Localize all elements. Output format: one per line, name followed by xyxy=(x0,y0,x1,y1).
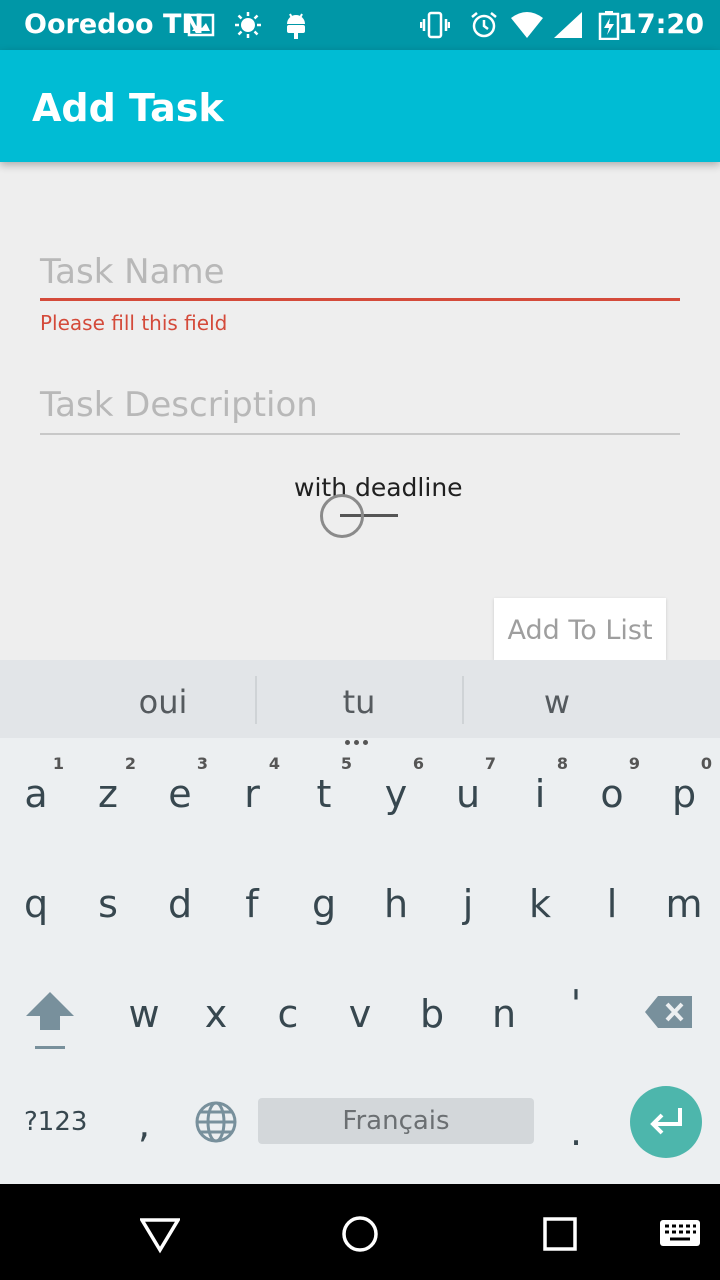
task-description-placeholder: Task Description xyxy=(40,385,318,425)
key-n[interactable]: n xyxy=(480,992,528,1036)
key-l[interactable]: l xyxy=(588,882,636,926)
key-p[interactable]: 0p xyxy=(660,754,712,816)
key-s[interactable]: s xyxy=(84,882,132,926)
key-v[interactable]: v xyxy=(336,992,384,1036)
task-name-underline xyxy=(40,298,680,301)
key-j[interactable]: j xyxy=(444,882,492,926)
status-bar: Ooredoo TN 17:20 xyxy=(0,0,720,50)
android-icon xyxy=(287,13,305,39)
globe-icon[interactable] xyxy=(194,1100,238,1144)
backspace-icon[interactable] xyxy=(644,994,694,1030)
suggestion-1[interactable]: oui xyxy=(60,682,266,722)
deadline-switch[interactable] xyxy=(320,494,400,538)
switch-thumb xyxy=(320,494,364,538)
alarm-icon xyxy=(471,12,497,38)
suggestion-3[interactable]: w xyxy=(462,682,652,722)
task-name-field[interactable]: Task Name xyxy=(40,252,680,304)
key-w[interactable]: w xyxy=(120,992,168,1036)
key-b[interactable]: b xyxy=(408,992,456,1036)
key-g[interactable]: g xyxy=(300,882,348,926)
key-comma[interactable]: , xyxy=(120,1102,168,1146)
spacebar-language-label: Français xyxy=(342,1106,450,1136)
recents-icon[interactable] xyxy=(540,1214,580,1254)
key-f[interactable]: f xyxy=(228,882,276,926)
brightness-icon xyxy=(235,12,261,38)
spacebar[interactable]: Français xyxy=(258,1098,534,1144)
add-to-list-button[interactable]: Add To List xyxy=(494,598,666,660)
home-icon[interactable] xyxy=(340,1214,380,1254)
key-z[interactable]: 2z xyxy=(84,754,136,816)
key-m[interactable]: m xyxy=(660,882,708,926)
image-icon xyxy=(187,13,215,37)
key-y[interactable]: 6y xyxy=(372,754,424,816)
key-d[interactable]: d xyxy=(156,882,204,926)
soft-keyboard: oui tu w 1a 2z 3e 4r 5t 6y 7u 8i 9o 0p q… xyxy=(0,660,720,1184)
task-description-underline xyxy=(40,433,680,435)
suggestion-2[interactable]: tu xyxy=(256,682,462,722)
keyboard-switch-icon[interactable] xyxy=(658,1214,702,1254)
key-h[interactable]: h xyxy=(372,882,420,926)
back-icon[interactable] xyxy=(140,1214,180,1254)
task-name-error: Please fill this field xyxy=(40,311,228,335)
key-q[interactable]: q xyxy=(12,882,60,926)
key-o[interactable]: 9o xyxy=(588,754,640,816)
key-e[interactable]: 3e xyxy=(156,754,208,816)
key-k[interactable]: k xyxy=(516,882,564,926)
page-title: Add Task xyxy=(32,86,224,130)
key-apostrophe[interactable]: ' xyxy=(552,982,600,1026)
wifi-icon xyxy=(511,12,543,38)
key-u[interactable]: 7u xyxy=(444,754,496,816)
task-name-placeholder: Task Name xyxy=(40,252,225,292)
key-r[interactable]: 4r xyxy=(228,754,280,816)
vibrate-icon xyxy=(420,11,450,39)
key-period[interactable]: . xyxy=(552,1110,600,1154)
more-suggestions-icon[interactable] xyxy=(345,730,375,745)
shift-icon[interactable] xyxy=(22,988,78,1052)
key-t[interactable]: 5t xyxy=(300,754,352,816)
key-x[interactable]: x xyxy=(192,992,240,1036)
carrier-name: Ooredoo TN xyxy=(24,9,204,40)
signal-icon xyxy=(554,12,582,38)
enter-arrow-icon xyxy=(650,1108,682,1135)
key-a[interactable]: 1a xyxy=(12,754,64,816)
enter-key[interactable] xyxy=(630,1086,702,1158)
key-c[interactable]: c xyxy=(264,992,312,1036)
navigation-bar xyxy=(0,1184,720,1280)
suggestion-strip: oui tu w xyxy=(0,660,720,745)
symbols-key[interactable]: ?123 xyxy=(24,1106,87,1138)
clock: 17:20 xyxy=(618,9,704,40)
task-description-field[interactable]: Task Description xyxy=(40,385,680,437)
key-i[interactable]: 8i xyxy=(516,754,568,816)
add-to-list-label: Add To List xyxy=(507,615,653,646)
